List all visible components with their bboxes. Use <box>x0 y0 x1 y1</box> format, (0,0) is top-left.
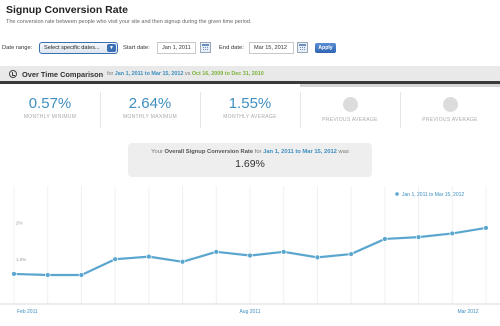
data-point <box>247 252 253 259</box>
stat-label: MONTHLY MAXIMUM <box>122 114 178 120</box>
overall-summary: Your Overall Signup Conversion Rate for … <box>128 143 372 177</box>
stat-label: PREVIOUS AVERAGE <box>422 117 478 123</box>
stat-monthly-minimum: 0.57% MONTHLY MINIMUM <box>0 95 100 120</box>
stat-label: MONTHLY MINIMUM <box>23 114 77 120</box>
summary-suffix: was <box>338 149 349 155</box>
legend-marker <box>395 192 399 196</box>
primary-range-link[interactable]: Jan 1, 2011 to Mar 15, 2012 <box>115 71 184 77</box>
data-point <box>213 249 219 255</box>
compare-range-link[interactable]: Oct 16, 2009 to Dec 31, 2010 <box>192 71 264 77</box>
date-range-label: Date range: <box>2 45 33 51</box>
summary-value: 1.69% <box>235 158 265 170</box>
data-point <box>179 259 186 265</box>
date-toolbar: Date range: Select specific dates... ▼ S… <box>0 40 500 58</box>
stat-value: 2.64% <box>128 95 172 112</box>
for-label: for <box>107 71 114 77</box>
apply-button[interactable]: Apply <box>315 43 336 53</box>
y-tick-label: 2% <box>16 220 23 225</box>
summary-range: Jan 1, 2011 to Mar 15, 2012 <box>263 149 337 155</box>
stat-value: 1.55% <box>228 95 272 112</box>
stat-label: MONTHLY AVERAGE <box>223 114 277 120</box>
data-point <box>382 236 388 242</box>
start-date-label: Start date: <box>123 45 150 51</box>
conversion-chart: 2% 1.0% Feb 2011 Aug 2011 Mar 2012 Jan 1, 201… <box>0 180 500 326</box>
stat-previous-average: PREVIOUS AVERAGE <box>300 95 400 123</box>
calendar-icon[interactable] <box>297 42 308 53</box>
data-point <box>146 253 152 260</box>
placeholder-circle-icon <box>342 97 358 112</box>
y-tick-label: 1.0% <box>16 257 26 262</box>
x-tick-label: Mar 2012 <box>457 309 478 315</box>
data-point <box>281 249 287 255</box>
date-range-select[interactable]: Select specific dates... ▼ <box>39 42 118 54</box>
comparison-ranges: for Jan 1, 2011 to Mar 15, 2012 vs Oct 1… <box>107 71 264 77</box>
clock-icon <box>9 70 17 78</box>
page-title: Signup Conversion Rate <box>6 4 128 16</box>
legend-label: Jan 1, 2011 to Mar 15, 2012 <box>402 192 464 198</box>
placeholder-circle-icon <box>442 97 458 112</box>
calendar-icon[interactable] <box>200 42 211 53</box>
start-date-field[interactable]: Jan 1, 2011 <box>157 42 196 54</box>
stat-monthly-average: 1.55% MONTHLY AVERAGE <box>200 95 300 120</box>
line-chart: 2% 1.0% Feb 2011 Aug 2011 Mar 2012 Jan 1, 201… <box>0 186 500 315</box>
page-description: The conversion rate between people who v… <box>6 19 252 25</box>
end-date-label: End date: <box>219 45 244 51</box>
data-point <box>449 230 455 237</box>
data-point <box>314 254 321 261</box>
header-underline <box>300 84 500 87</box>
date-range-value: Select specific dates... <box>44 45 100 51</box>
data-point <box>112 256 118 262</box>
stat-value: 0.57% <box>28 95 72 112</box>
end-date-field[interactable]: Mar 15, 2012 <box>249 42 294 54</box>
stat-monthly-maximum: 2.64% MONTHLY MAXIMUM <box>100 95 200 120</box>
stat-previous-average: PREVIOUS AVERAGE <box>400 95 500 123</box>
x-tick-label: Feb 2011 <box>17 309 38 315</box>
summary-for: for <box>254 149 262 155</box>
data-point <box>415 234 422 240</box>
summary-metric: Overall Signup Conversion Rate <box>164 149 254 155</box>
data-point <box>483 225 489 231</box>
vs-label: vs <box>184 71 191 77</box>
chevron-down-icon: ▼ <box>107 44 116 52</box>
summary-prefix: Your <box>151 149 163 155</box>
comparison-title: Over Time Comparison <box>22 70 104 79</box>
data-point <box>78 272 85 278</box>
data-point <box>348 251 354 257</box>
summary-sentence: Your Overall Signup Conversion Rate for … <box>128 149 372 155</box>
x-tick-label: Aug 2011 <box>239 309 260 315</box>
data-point <box>45 272 51 278</box>
stat-label: PREVIOUS AVERAGE <box>322 117 378 123</box>
comparison-header: Over Time Comparison for Jan 1, 2011 to … <box>0 66 500 84</box>
data-point <box>11 271 17 277</box>
